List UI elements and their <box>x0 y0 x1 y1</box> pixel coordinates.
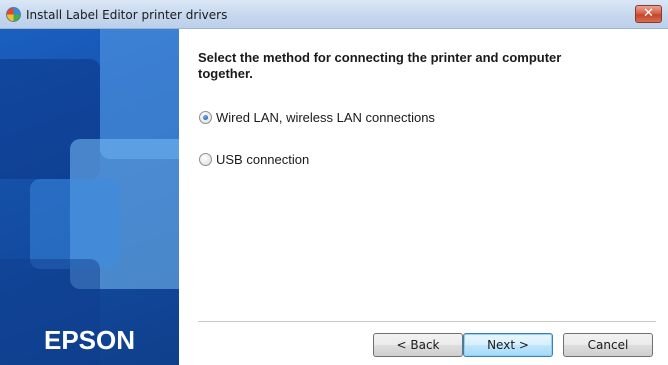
option-label[interactable]: Wired LAN, wireless LAN connections <box>216 110 435 125</box>
window-title: Install Label Editor printer drivers <box>26 8 228 22</box>
app-icon <box>6 7 21 22</box>
back-button[interactable]: < Back <box>373 333 463 357</box>
installer-window: Install Label Editor printer drivers ✕ E… <box>0 0 668 365</box>
brand-panel: EPSON <box>0 29 179 365</box>
title-bar[interactable]: Install Label Editor printer drivers ✕ <box>0 0 668 29</box>
next-button[interactable]: Next > <box>463 333 553 357</box>
instruction-text: Select the method for connecting the pri… <box>198 50 562 81</box>
radio-button[interactable] <box>199 153 212 166</box>
cancel-button[interactable]: Cancel <box>563 333 653 357</box>
separator <box>198 321 656 323</box>
option-wired-lan[interactable]: Wired LAN, wireless LAN connections <box>199 110 435 125</box>
option-label[interactable]: USB connection <box>216 152 309 167</box>
radio-button-checked[interactable] <box>199 111 212 124</box>
close-icon: ✕ <box>643 6 654 21</box>
epson-logo: EPSON <box>43 325 136 355</box>
decorative-shape <box>30 179 120 269</box>
option-usb[interactable]: USB connection <box>199 152 309 167</box>
close-button[interactable]: ✕ <box>635 5 662 23</box>
